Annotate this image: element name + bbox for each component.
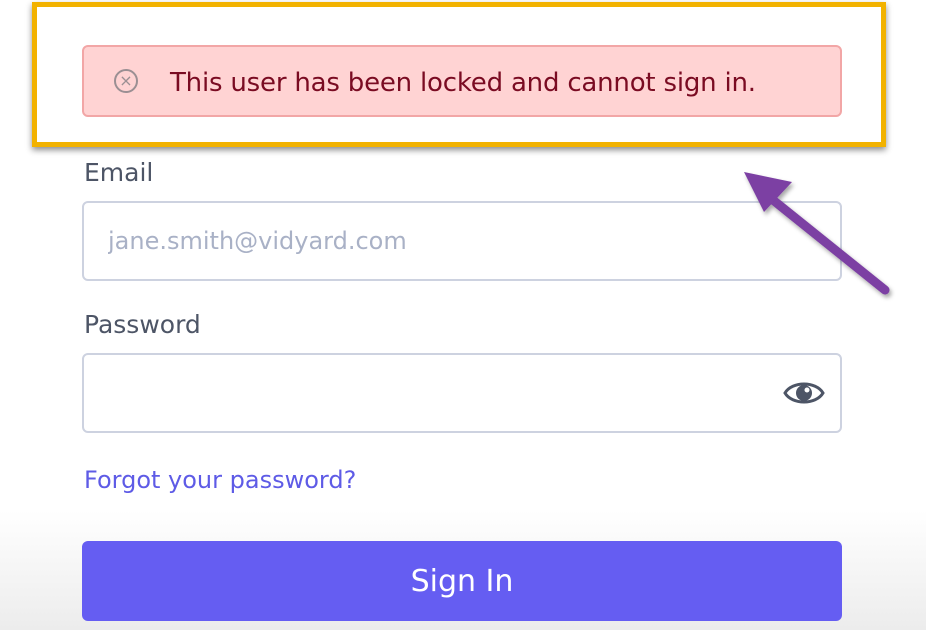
forgot-password-link[interactable]: Forgot your password?	[84, 466, 356, 494]
email-label: Email	[84, 158, 154, 187]
password-input[interactable]	[108, 355, 788, 431]
email-field-container	[82, 201, 842, 281]
error-circle-x-icon: ×	[114, 69, 138, 93]
sign-in-button[interactable]: Sign In	[82, 541, 842, 621]
password-field-container	[82, 353, 842, 433]
eye-icon[interactable]	[782, 373, 826, 413]
sign-in-page: × This user has been locked and cannot s…	[0, 0, 926, 630]
error-alert: × This user has been locked and cannot s…	[82, 45, 842, 117]
email-input[interactable]	[108, 203, 788, 279]
error-alert-message: This user has been locked and cannot sig…	[170, 68, 756, 98]
password-label: Password	[84, 310, 201, 339]
